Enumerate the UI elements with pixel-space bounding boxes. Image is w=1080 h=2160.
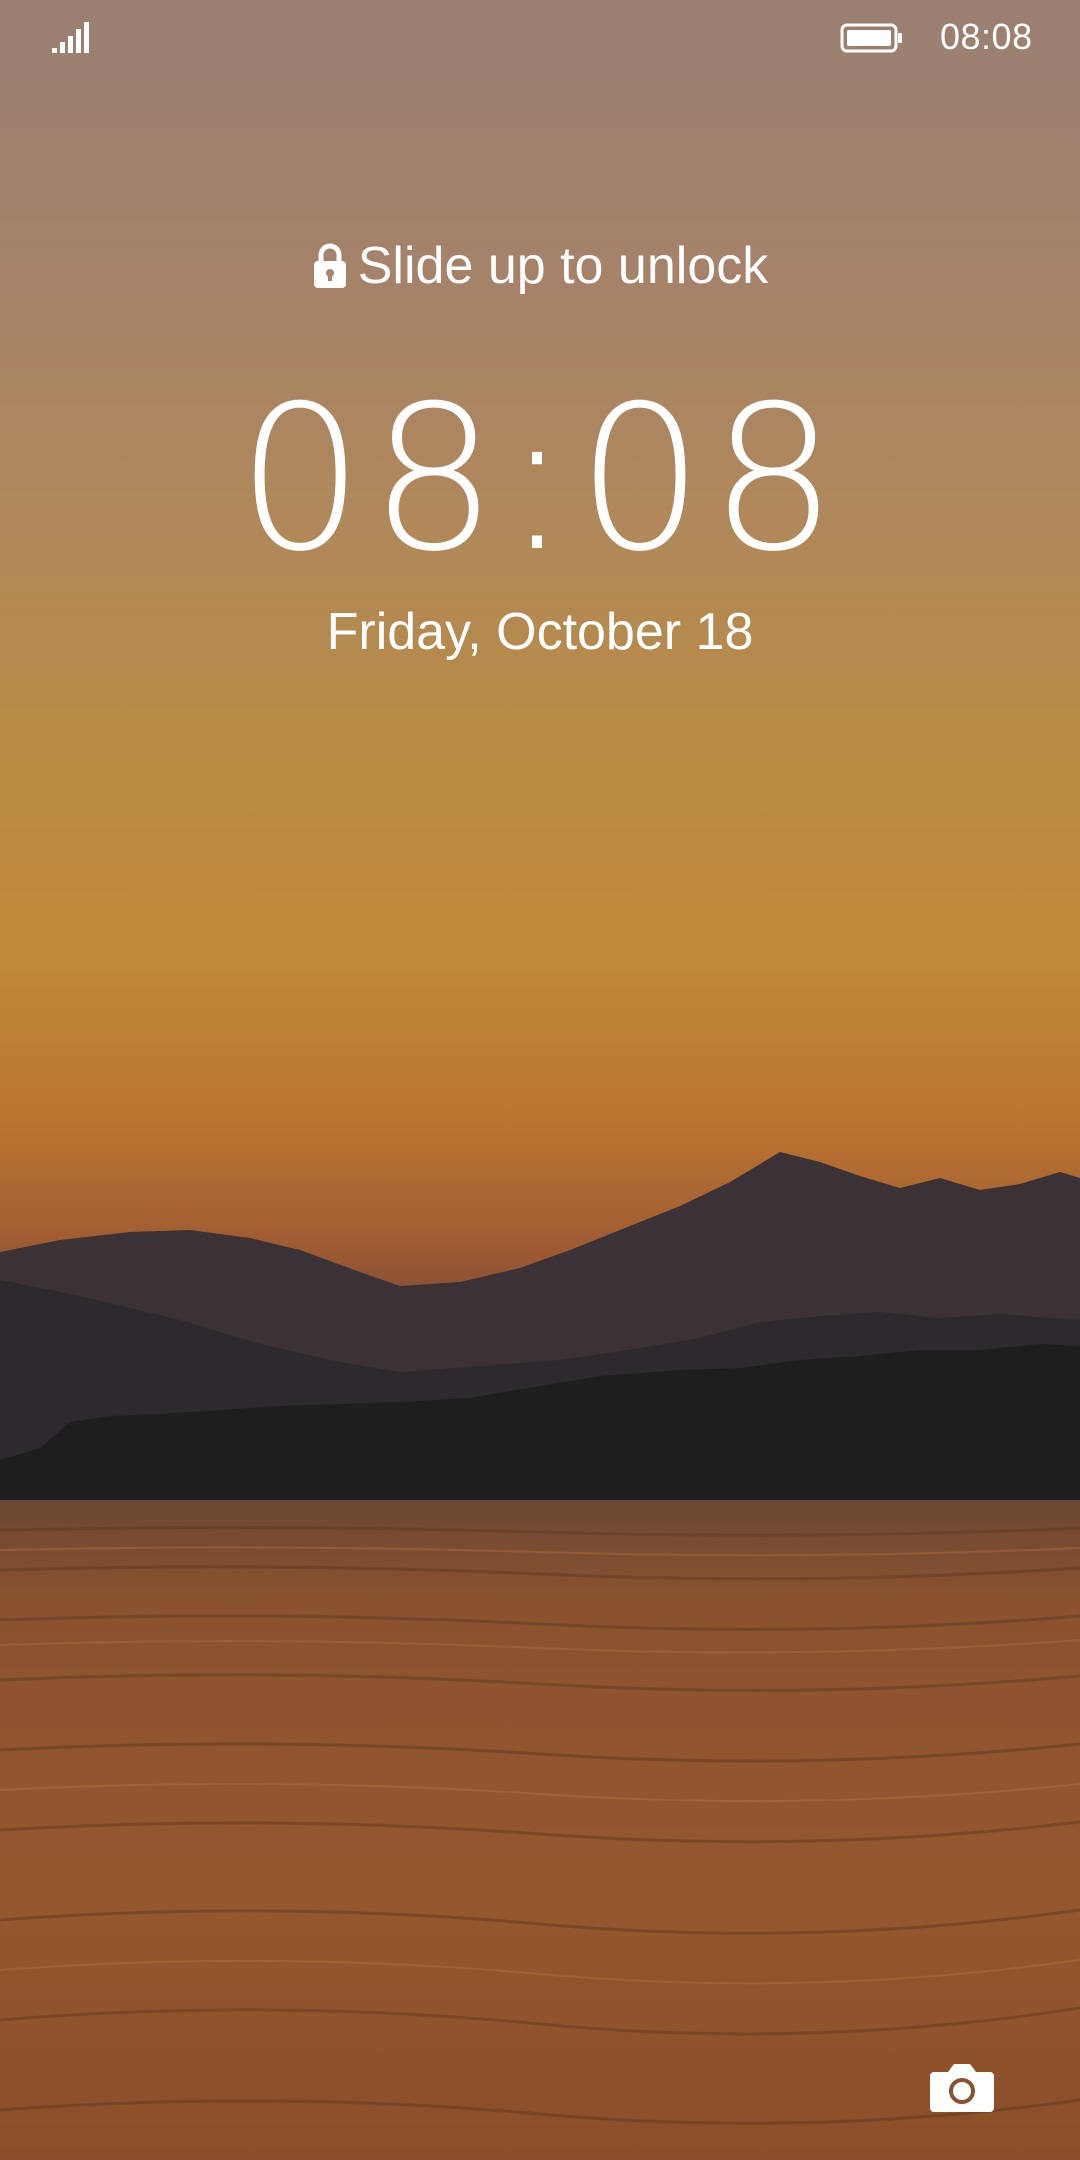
lock-date: Friday, October 18 bbox=[326, 603, 754, 661]
signal-bars-icon bbox=[52, 22, 89, 53]
lock-icon bbox=[313, 243, 346, 288]
unlock-hint[interactable]: Slide up to unlock bbox=[0, 236, 1080, 296]
camera-icon[interactable] bbox=[928, 2060, 996, 2114]
wallpaper-landscape bbox=[0, 1152, 1080, 2160]
lock-screen[interactable]: 08:08 Slide up to unlock 08:08 Friday, O… bbox=[0, 0, 1080, 2160]
status-bar: 08:08 bbox=[0, 0, 1080, 76]
battery-full-icon bbox=[840, 23, 902, 53]
status-time: 08:08 bbox=[940, 16, 1033, 57]
lock-clock: 08:08 bbox=[236, 363, 844, 596]
unlock-hint-text: Slide up to unlock bbox=[357, 237, 769, 295]
